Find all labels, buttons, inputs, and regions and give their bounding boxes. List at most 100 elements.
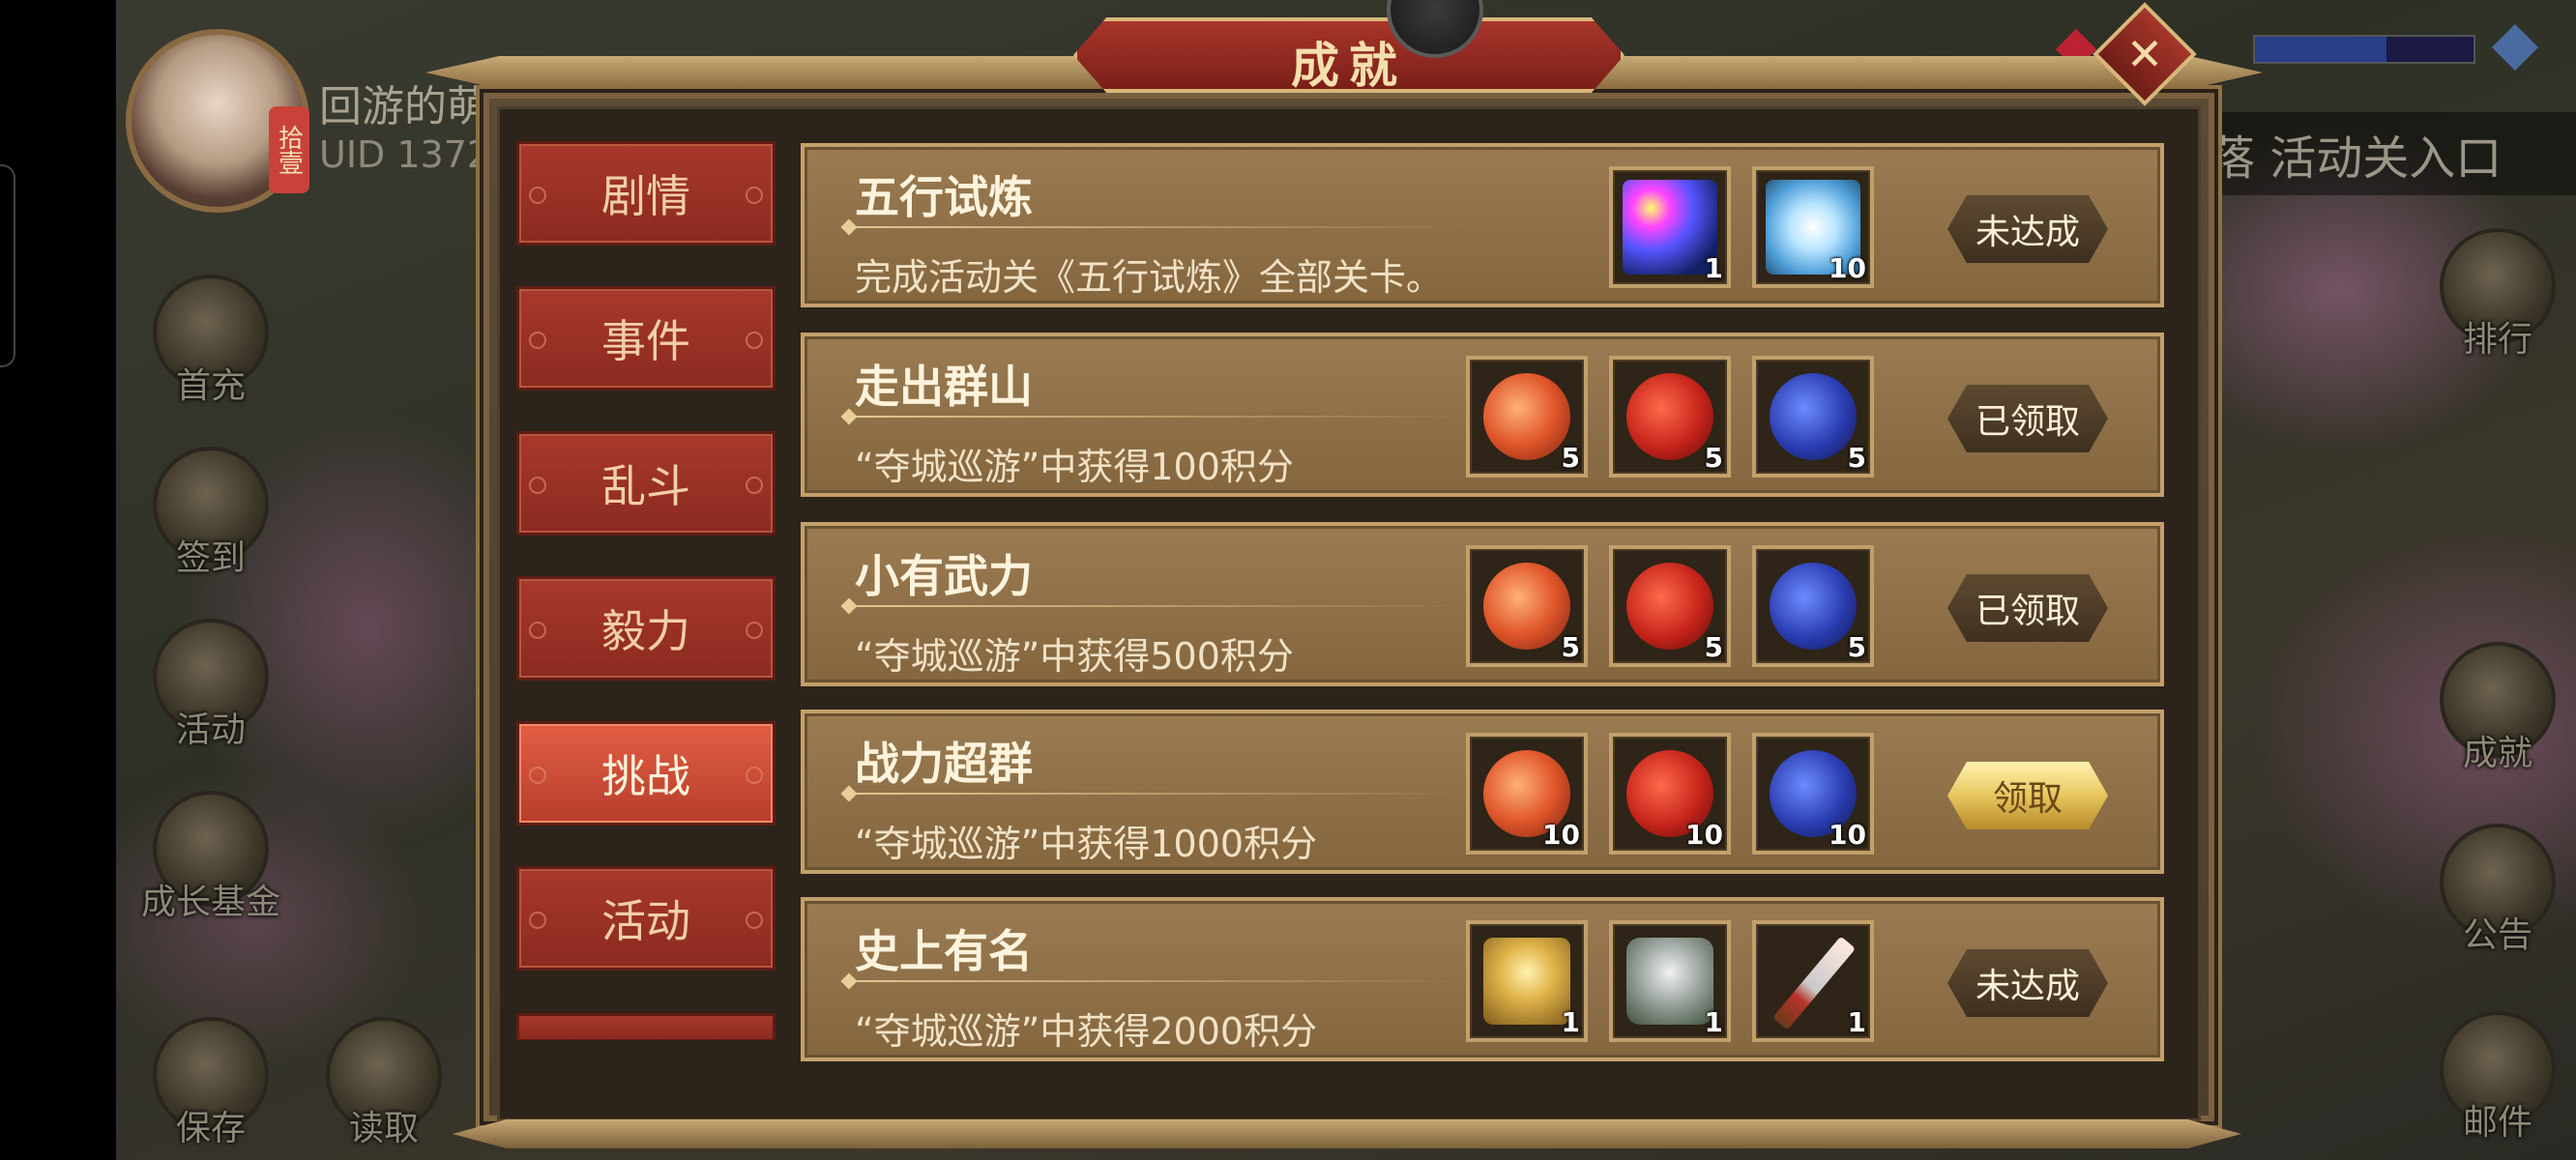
achievement-description: “夺城巡游”中获得100积分: [855, 446, 1294, 488]
signin-button[interactable]: 签到: [138, 447, 283, 592]
hud-label: 首充: [175, 366, 246, 406]
first-charge-button[interactable]: 首充: [138, 275, 283, 420]
tab-ornament-icon: [746, 912, 763, 929]
hud-label: 成长基金: [140, 883, 280, 922]
hud-label: 公告: [2462, 915, 2532, 955]
status-not-achieved: 未达成: [1947, 949, 2108, 1017]
divider: [849, 793, 1468, 795]
tab-more[interactable]: [516, 1013, 776, 1040]
reward-slot[interactable]: 1: [1752, 920, 1874, 1042]
achievement-row: 史上有名 “夺城巡游”中获得2000积分 1 1 1 未达成: [801, 897, 2164, 1061]
reward-slot[interactable]: 1: [1609, 166, 1731, 288]
reward-slot[interactable]: 5: [1752, 356, 1874, 478]
edge-swipe-handle[interactable]: [0, 164, 15, 367]
reward-quantity: 5: [1704, 631, 1723, 663]
tab-challenge[interactable]: 挑战: [516, 721, 776, 826]
reward-slot[interactable]: 5: [1466, 545, 1588, 667]
tab-event[interactable]: 事件: [516, 286, 776, 391]
plum-icon: [1770, 563, 1857, 650]
panel-title-plate: 成就: [1073, 17, 1625, 93]
divider: [849, 605, 1468, 607]
reward-slot[interactable]: 10: [1609, 733, 1731, 855]
achievement-title: 战力超群: [855, 738, 1033, 790]
tab-story[interactable]: 剧情: [516, 141, 776, 246]
tab-ornament-icon: [746, 622, 763, 639]
reward-slot[interactable]: 1: [1609, 920, 1731, 1042]
event-button[interactable]: 活动: [138, 619, 283, 764]
event-stage-entrance[interactable]: 落 活动关入口: [2209, 112, 2576, 195]
reward-slot[interactable]: 5: [1609, 356, 1731, 478]
player-avatar[interactable]: 拾壹: [126, 29, 309, 213]
avatar-tag: 拾壹: [269, 106, 309, 193]
armor-icon: [1626, 938, 1713, 1025]
divider: [849, 226, 1468, 228]
tab-ornament-icon: [529, 767, 546, 784]
tab-ornament-icon: [746, 332, 763, 349]
tab-ornament-icon: [746, 477, 763, 494]
reward-quantity: 5: [1847, 631, 1866, 663]
divider: [849, 416, 1468, 418]
tab-label: 剧情: [601, 170, 690, 222]
achievement-row: 五行试炼 完成活动关《五行试炼》全部关卡。 1 10 未达成: [801, 143, 2164, 307]
tab-ornament-icon: [746, 187, 763, 204]
tab-ornament-icon: [746, 767, 763, 784]
achievement-row: 小有武力 “夺城巡游”中获得500积分 5 5 5 已领取: [801, 522, 2164, 686]
ranking-button[interactable]: 排行: [2425, 228, 2570, 373]
reward-slot[interactable]: 5: [1609, 545, 1731, 667]
tab-ornament-icon: [529, 622, 546, 639]
notice-button[interactable]: 公告: [2425, 824, 2570, 969]
reward-slot[interactable]: 10: [1752, 166, 1874, 288]
achievement-description: 完成活动关《五行试炼》全部关卡。: [855, 256, 1444, 299]
achievement-description: “夺城巡游”中获得2000积分: [855, 1010, 1318, 1053]
red-fruit-icon: [1626, 563, 1713, 650]
close-icon: ✕: [2125, 28, 2164, 80]
tab-label: 毅力: [601, 605, 690, 657]
star-orb-icon: [1623, 180, 1717, 275]
reward-quantity: 10: [1829, 819, 1866, 851]
achievement-row: 战力超群 “夺城巡游”中获得1000积分 10 10 10 领取: [801, 710, 2164, 874]
hud-label: 成就: [2462, 734, 2532, 773]
hud-label: 保存: [175, 1109, 246, 1148]
reward-quantity: 10: [1829, 252, 1866, 284]
category-tabs: 剧情 事件 乱斗 毅力 挑战 活动: [516, 141, 776, 1040]
reward-slot[interactable]: 1: [1466, 920, 1588, 1042]
golden-statue-icon: [1483, 938, 1570, 1025]
reward-slot[interactable]: 5: [1466, 356, 1588, 478]
growth-fund-button[interactable]: 成长基金: [138, 791, 283, 936]
hud-label: 排行: [2462, 320, 2532, 360]
tab-brawl[interactable]: 乱斗: [516, 431, 776, 536]
hud-label: 读取: [348, 1109, 419, 1148]
reward-quantity: 5: [1847, 442, 1866, 474]
hud-label: 活动: [175, 710, 246, 750]
reward-quantity: 5: [1561, 631, 1580, 663]
status-claimed: 已领取: [1947, 385, 2108, 452]
tab-perseverance[interactable]: 毅力: [516, 576, 776, 681]
divider: [849, 980, 1468, 982]
claim-button[interactable]: 领取: [1947, 762, 2108, 829]
load-button[interactable]: 读取: [311, 1017, 456, 1160]
hud-label: 邮件: [2462, 1103, 2532, 1143]
reward-slot[interactable]: 10: [1752, 733, 1874, 855]
reward-quantity: 5: [1704, 442, 1723, 474]
tab-ornament-icon: [529, 187, 546, 204]
tab-label: 事件: [601, 315, 690, 367]
achievement-description: “夺城巡游”中获得1000积分: [855, 823, 1318, 865]
dagger-icon: [1771, 936, 1857, 1030]
achievement-title: 小有武力: [855, 550, 1033, 602]
achievement-button[interactable]: 成就: [2425, 642, 2570, 787]
red-fruit-icon: [1626, 373, 1713, 460]
status-claimed: 已领取: [1947, 574, 2108, 642]
reward-quantity: 1: [1704, 1006, 1723, 1038]
tab-activity[interactable]: 活动: [516, 866, 776, 971]
tab-ornament-icon: [529, 912, 546, 929]
reward-slot[interactable]: 10: [1466, 733, 1588, 855]
mail-button[interactable]: 邮件: [2425, 1011, 2570, 1156]
achievement-description: “夺城巡游”中获得500积分: [855, 635, 1294, 678]
panel-title: 成就: [1291, 37, 1407, 94]
reward-slot[interactable]: 5: [1752, 545, 1874, 667]
save-button[interactable]: 保存: [138, 1017, 283, 1160]
tab-label: 乱斗: [601, 460, 690, 512]
achievement-title: 五行试炼: [855, 171, 1033, 223]
peach-icon: [1483, 373, 1570, 460]
tab-ornament-icon: [529, 332, 546, 349]
